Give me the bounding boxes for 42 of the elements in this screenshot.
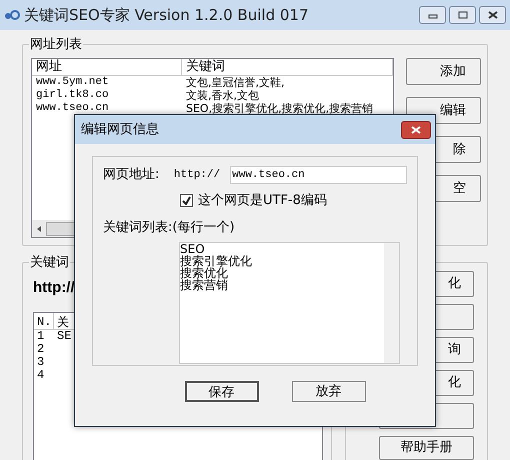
keywords-label: 关键词列表:(每行一个) [103,219,235,237]
utf8-checkbox[interactable] [180,194,193,207]
dialog-button[interactable]: 保存 [184,381,258,402]
minimize-button[interactable] [419,6,446,24]
keyword-line: 搜索优化 [180,266,228,278]
table-cell-text: www.tseo.cn [35,102,110,115]
close-icon [411,126,421,134]
close-button[interactable] [401,120,431,138]
vertical-scrollbar[interactable] [384,242,399,362]
table-cell-text: 4 [36,368,46,382]
column-header[interactable]: N. [34,312,54,328]
table-cell-text: 文装,香水,文包 [185,89,260,102]
keywords-textarea[interactable]: SEO 搜索引擎优化 搜索优化 搜索营销 [179,242,400,364]
address-label: 网页地址: [103,166,160,184]
table-cell-text: SEO,搜索引擎优化,搜索优化,搜索营销 [185,102,374,115]
column-header[interactable]: 网址 [32,59,182,75]
keyword-line: 搜索营销 [180,278,229,290]
table-cell-text: 3 [36,356,46,368]
window-title: 关键词SEO专家 Version 1.2.0 Build 017 [24,4,310,26]
action-button[interactable]: 添加 [406,58,481,85]
dialog-button[interactable]: 放弃 [292,381,366,402]
column-header[interactable]: 关键词 [182,59,393,75]
help-button[interactable]: 帮助手册 [379,436,474,460]
maximize-button[interactable] [449,6,476,24]
address-field[interactable]: www.tseo.cn [230,166,407,184]
table-cell-text: SE [56,330,72,342]
dialog-title: 编辑网页信息 [81,120,160,139]
keyword-line: 搜索引擎优化 [180,254,253,266]
utf8-label: 这个网页是UTF-8编码 [198,192,327,210]
check-icon [182,196,191,205]
close-icon [488,11,498,19]
table-cell-text: 1 [36,330,46,342]
table-cell-text: 文包,皇冠信誉,文鞋, [185,76,286,89]
close-button[interactable] [479,6,506,24]
maximize-icon [458,11,468,19]
http-prefix: http:// [174,168,220,182]
table-cell-text: girl.tk8.co [35,89,110,102]
app-logo-icon [4,9,20,21]
table-cell-text: www.5ym.net [35,76,110,89]
url-label: http:// [33,278,75,298]
keyword-line: SEO [180,242,206,254]
table-cell-text: 2 [36,342,46,356]
